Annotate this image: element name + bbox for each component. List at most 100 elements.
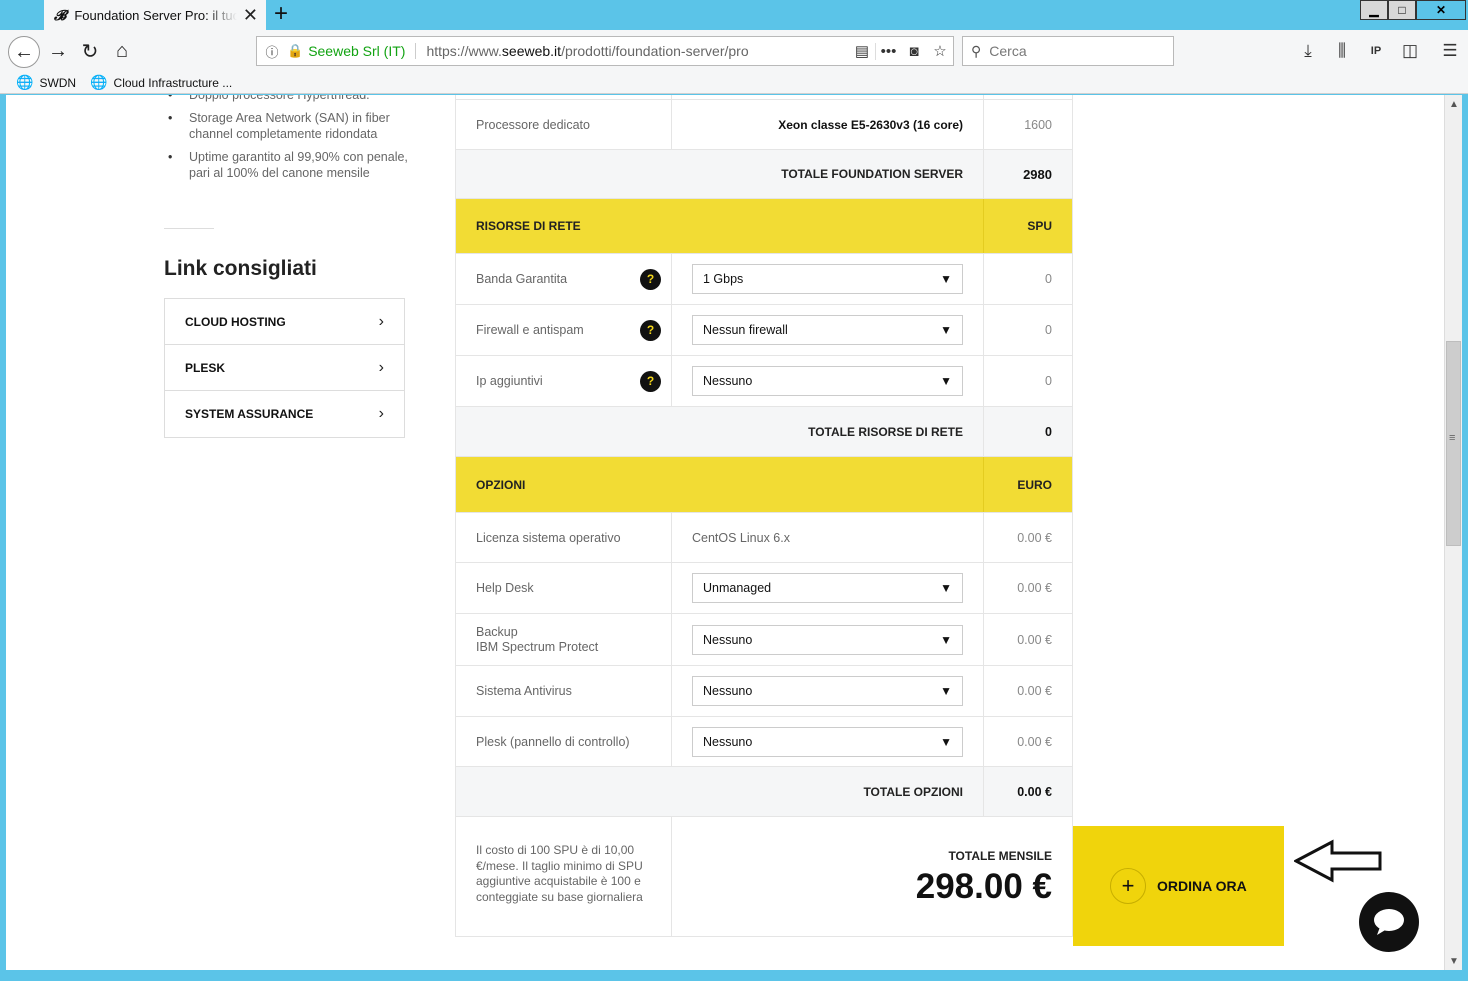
total-row: TOTALE RISORSE DI RETE 0 [456, 407, 1072, 457]
total-network-value: 0 [983, 407, 1072, 456]
link-cloud-hosting[interactable]: CLOUD HOSTING › [165, 299, 404, 345]
order-now-button[interactable]: + ORDINA ORA [1073, 826, 1284, 946]
table-row: Plesk (pannello di controllo) Nessuno ▼ 0… [456, 717, 1072, 767]
globe-icon: 🌐 [16, 74, 34, 90]
total-row: TOTALE FOUNDATION SERVER 2980 [456, 150, 1072, 199]
total-options-value: 0.00 € [983, 767, 1072, 816]
window-frame [0, 970, 1468, 981]
processor-label: Processore dedicato [476, 117, 590, 132]
monthly-total-value: 298.00 € [915, 867, 1052, 906]
plesk-price: 0.00 € [983, 717, 1072, 766]
link-system-assurance[interactable]: SYSTEM ASSURANCE › [165, 391, 404, 437]
browser-tab[interactable]: 𝓑 Foundation Server Pro: il tuo se ✕ [44, 0, 266, 30]
extra-ip-spu: 0 [983, 356, 1072, 406]
chevron-down-icon: ▼ [940, 374, 952, 388]
helpdesk-select[interactable]: Unmanaged ▼ [692, 573, 963, 603]
table-row: Sistema Antivirus Nessuno ▼ 0.00 € [456, 666, 1072, 717]
table-row: Firewall e antispam? Nessun firewall ▼ 0 [456, 305, 1072, 356]
page-viewport: Doppio processore Hyperthread. Storage A… [6, 95, 1444, 970]
chevron-right-icon: › [378, 405, 384, 422]
feature-item: Storage Area Network (SAN) in fiber chan… [164, 110, 414, 143]
site-favicon-icon: 𝓑 [54, 6, 67, 23]
close-tab-icon[interactable]: ✕ [243, 5, 258, 26]
menu-icon[interactable]: ☰ [1436, 39, 1464, 63]
scroll-down-icon[interactable]: ▼ [1445, 952, 1463, 970]
chevron-down-icon: ▼ [940, 734, 952, 749]
links-title: Link consigliati [164, 257, 317, 280]
firewall-spu: 0 [983, 305, 1072, 355]
plesk-select[interactable]: Nessuno ▼ [692, 726, 963, 757]
backup-select[interactable]: Nessuno ▼ [692, 624, 963, 655]
chevron-down-icon: ▼ [940, 272, 952, 286]
chevron-right-icon: › [378, 358, 384, 376]
chevron-right-icon: › [378, 312, 384, 330]
scrollbar-thumb[interactable] [1446, 341, 1461, 546]
bookmarks-bar: 🌐 SWDN 🌐 Cloud Infrastructure ... [0, 72, 1468, 94]
processor-value: Xeon classe E5-2630v3 (16 core) [671, 100, 983, 149]
ip-extension-icon[interactable]: IP [1362, 39, 1390, 63]
monthly-total-label: TOTALE MENSILE [948, 849, 1052, 863]
antivirus-select[interactable]: Nessuno ▼ [692, 676, 963, 706]
plesk-label: Plesk (pannello di controllo) [476, 734, 630, 749]
navigation-bar: ← → ↻ ⌂ ⓘ 🔒 Seeweb Srl (IT) https://www.… [0, 30, 1468, 72]
extra-ip-select[interactable]: Nessuno ▼ [692, 366, 963, 396]
chevron-down-icon: ▼ [940, 581, 952, 595]
window-controls: ▁ □ ✕ [1360, 0, 1466, 20]
new-tab-icon[interactable]: + [274, 2, 288, 26]
url-text[interactable]: https://www.seeweb.it/prodotti/foundatio… [426, 43, 849, 59]
search-bar[interactable]: ⚲ Cerca [962, 36, 1174, 66]
bookmark-swdn[interactable]: 🌐 SWDN [16, 74, 76, 91]
back-icon[interactable]: ← [8, 36, 40, 68]
pocket-icon[interactable]: ◙ [901, 43, 927, 60]
feature-item: Uptime garantito al 99,90% con penale, p… [164, 149, 414, 182]
bookmark-star-icon[interactable]: ☆ [927, 42, 953, 60]
reload-icon[interactable]: ↻ [76, 39, 104, 63]
arrow-left-icon [1294, 839, 1382, 883]
home-icon[interactable]: ⌂ [108, 39, 136, 63]
url-bar[interactable]: ⓘ 🔒 Seeweb Srl (IT) https://www.seeweb.i… [256, 36, 954, 66]
firewall-label: Firewall e antispam [476, 323, 584, 337]
scroll-up-icon[interactable]: ▲ [1445, 95, 1463, 113]
link-plesk[interactable]: PLESK › [165, 345, 404, 391]
minimize-icon[interactable]: ▁ [1360, 0, 1388, 20]
total-options-label: TOTALE OPZIONI [863, 784, 963, 799]
total-server-label: TOTALE FOUNDATION SERVER [781, 167, 963, 181]
backup-label: Backup IBM Spectrum Protect [476, 624, 599, 654]
recommended-links: CLOUD HOSTING › PLESK › SYSTEM ASSURANCE › [164, 298, 405, 438]
firewall-select[interactable]: Nessun firewall ▼ [692, 315, 963, 345]
extra-ip-label: Ip aggiuntivi [476, 374, 543, 388]
bandwidth-label: Banda Garantita [476, 272, 568, 286]
help-icon[interactable]: ? [640, 370, 661, 392]
info-icon[interactable]: ⓘ [257, 42, 287, 61]
chat-button[interactable] [1359, 892, 1419, 952]
tab-title: Foundation Server Pro: il tuo se [74, 7, 237, 23]
page-actions-icon[interactable]: ••• [875, 42, 901, 60]
configurator-table: Processore dedicato Xeon classe E5-2630v… [455, 95, 1073, 937]
maximize-icon[interactable]: □ [1388, 0, 1416, 20]
reader-view-icon[interactable]: ▤ [849, 42, 875, 60]
toolbar-icons: ⤓ ⫼ IP ◫ ☰ [1294, 39, 1464, 63]
sidebar-toggle-icon[interactable]: ◫ [1396, 39, 1424, 63]
site-identity[interactable]: Seeweb Srl (IT) [308, 43, 417, 59]
bandwidth-select[interactable]: 1 Gbps ▼ [692, 264, 963, 294]
feature-list: Doppio processore Hyperthread. Storage A… [164, 95, 414, 188]
plus-icon: + [1110, 868, 1146, 904]
bookmark-cloud-infrastructure[interactable]: 🌐 Cloud Infrastructure ... [90, 74, 232, 91]
close-window-icon[interactable]: ✕ [1416, 0, 1466, 20]
table-row: Backup IBM Spectrum Protect Nessuno ▼ 0.00… [456, 614, 1072, 666]
help-icon[interactable]: ? [640, 319, 661, 341]
section-header: RISORSE DI RETE SPU [456, 199, 1072, 254]
globe-icon: 🌐 [90, 74, 108, 90]
backup-price: 0.00 € [983, 614, 1072, 665]
options-header: OPZIONI [476, 477, 526, 492]
forward-icon[interactable]: → [44, 39, 72, 63]
license-label: Licenza sistema operativo [476, 530, 621, 545]
divider [164, 228, 214, 229]
chevron-down-icon: ▼ [940, 684, 952, 698]
vertical-scrollbar[interactable]: ▲ ▼ [1444, 95, 1462, 970]
chevron-down-icon: ▼ [940, 323, 952, 337]
license-value: CentOS Linux 6.x [671, 513, 983, 562]
library-icon[interactable]: ⫼ [1328, 39, 1356, 63]
help-icon[interactable]: ? [640, 268, 661, 290]
download-icon[interactable]: ⤓ [1294, 39, 1322, 63]
